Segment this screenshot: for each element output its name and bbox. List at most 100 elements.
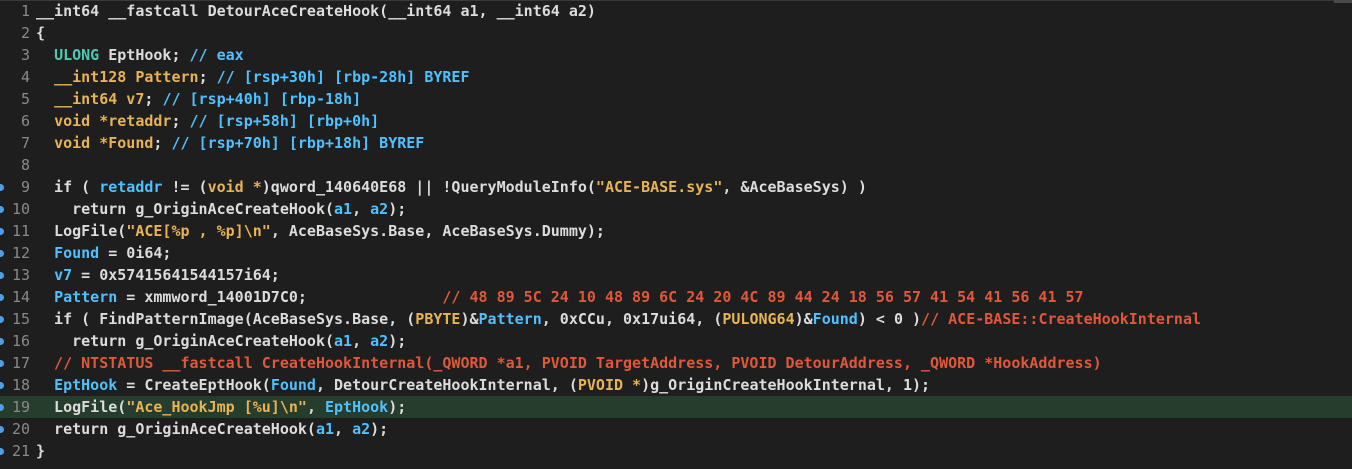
code-token[interactable]: Found xyxy=(271,376,316,394)
code-line[interactable]: 11 LogFile("ACE[%p , %p]\n", AceBaseSys.… xyxy=(0,220,1352,242)
code-line[interactable]: 17 // NTSTATUS __fastcall CreateHookInte… xyxy=(0,352,1352,374)
code-line[interactable]: 20 return g_OriginAceCreateHook(a1, a2); xyxy=(0,418,1352,440)
code-token[interactable]: , 0xCCu, 0x17ui64, ( xyxy=(542,310,723,328)
code-token[interactable]: , DetourCreateHookInternal, ( xyxy=(316,376,578,394)
code-token[interactable]: retaddr xyxy=(99,178,162,196)
code-text[interactable]: v7 = 0x57415641544157i64; xyxy=(36,264,280,286)
code-token[interactable]: ); xyxy=(388,398,406,416)
code-text[interactable]: // NTSTATUS __fastcall CreateHookInterna… xyxy=(36,352,1102,374)
code-token[interactable]: )g_OriginCreateHookInternal, 1); xyxy=(641,376,930,394)
code-line[interactable]: 8 xyxy=(0,154,1352,176)
code-token[interactable]: , xyxy=(334,420,352,438)
code-token[interactable]: ; xyxy=(144,90,162,108)
code-token[interactable]: )& xyxy=(460,310,478,328)
code-token[interactable] xyxy=(36,46,54,64)
code-line[interactable]: 7 void *Found; // [rsp+70h] [rbp+18h] BY… xyxy=(0,132,1352,154)
code-token[interactable]: a1 xyxy=(334,332,352,350)
code-token[interactable]: ; xyxy=(153,134,171,152)
code-line[interactable]: 16 return g_OriginAceCreateHook(a1, a2); xyxy=(0,330,1352,352)
code-token[interactable]: ; xyxy=(171,112,189,130)
code-token[interactable]: , &AceBaseSys) ) xyxy=(722,178,867,196)
code-token[interactable]: ); xyxy=(388,200,406,218)
code-token[interactable] xyxy=(36,266,54,284)
code-token[interactable]: __int64 v7 xyxy=(54,90,144,108)
code-token[interactable]: // ACE-BASE::CreateHookInternal xyxy=(921,310,1201,328)
code-token[interactable]: = 0i64; xyxy=(99,244,171,262)
code-text[interactable]: LogFile("Ace_HookJmp [%u]\n", EptHook); xyxy=(36,396,406,418)
code-line[interactable]: 4 __int128 Pattern; // [rsp+30h] [rbp-28… xyxy=(0,66,1352,88)
code-token[interactable] xyxy=(36,134,54,152)
code-line[interactable]: 13 v7 = 0x57415641544157i64; xyxy=(0,264,1352,286)
code-token[interactable]: = xmmword_14001D7C0; xyxy=(117,288,442,306)
code-token[interactable]: "ACE[%p , %p]\n" xyxy=(126,222,271,240)
code-token[interactable]: a2 xyxy=(370,200,388,218)
code-token[interactable] xyxy=(36,288,54,306)
code-text[interactable]: return g_OriginAceCreateHook(a1, a2); xyxy=(36,198,406,220)
code-text[interactable]: return g_OriginAceCreateHook(a1, a2); xyxy=(36,330,406,352)
code-text[interactable]: void *Found; // [rsp+70h] [rbp+18h] BYRE… xyxy=(36,132,424,154)
code-text[interactable]: if ( retaddr != (void *)qword_140640E68 … xyxy=(36,176,867,198)
code-text[interactable]: void *retaddr; // [rsp+58h] [rbp+0h] xyxy=(36,110,379,132)
code-token[interactable] xyxy=(36,112,54,130)
code-token[interactable]: ) < 0 ) xyxy=(858,310,921,328)
code-line[interactable]: 12 Found = 0i64; xyxy=(0,242,1352,264)
code-token[interactable] xyxy=(36,68,54,86)
code-line[interactable]: 14 Pattern = xmmword_14001D7C0; // 48 89… xyxy=(0,286,1352,308)
code-token[interactable]: , xyxy=(352,200,370,218)
code-token[interactable]: if ( xyxy=(36,178,99,196)
code-token[interactable]: ; xyxy=(199,68,217,86)
code-text[interactable]: { xyxy=(36,22,45,44)
code-token[interactable]: return g_OriginAceCreateHook( xyxy=(36,420,316,438)
code-token[interactable]: EptHook xyxy=(325,398,388,416)
code-token[interactable] xyxy=(36,244,54,262)
code-text[interactable]: Found = 0i64; xyxy=(36,242,171,264)
code-token[interactable]: // [rsp+58h] [rbp+0h] xyxy=(190,112,380,130)
code-token[interactable]: // 48 89 5C 24 10 48 89 6C 24 20 4C 89 4… xyxy=(442,288,1083,306)
code-token[interactable]: // eax xyxy=(190,46,244,64)
code-line[interactable]: 6 void *retaddr; // [rsp+58h] [rbp+0h] xyxy=(0,110,1352,132)
code-token[interactable] xyxy=(36,376,54,394)
code-text[interactable]: EptHook = CreateEptHook(Found, DetourCre… xyxy=(36,374,930,396)
code-token[interactable]: ); xyxy=(370,420,388,438)
code-line[interactable]: 19 LogFile("Ace_HookJmp [%u]\n", EptHook… xyxy=(0,396,1352,418)
pseudocode-view[interactable]: 1 __int64 __fastcall DetourAceCreateHook(… xyxy=(0,0,1352,469)
code-text[interactable]: return g_OriginAceCreateHook(a1, a2); xyxy=(36,418,388,440)
code-token[interactable]: ULONG xyxy=(54,46,99,64)
code-token[interactable]: void * xyxy=(208,178,262,196)
code-text[interactable]: __int128 Pattern; // [rsp+30h] [rbp-28h]… xyxy=(36,66,470,88)
code-token[interactable]: Pattern xyxy=(479,310,542,328)
code-token[interactable] xyxy=(36,90,54,108)
code-text[interactable]: ULONG EptHook; // eax xyxy=(36,44,244,66)
code-token[interactable]: // [rsp+70h] [rbp+18h] BYREF xyxy=(171,134,424,152)
code-token[interactable]: v7 xyxy=(54,266,72,284)
code-text[interactable]: __int64 v7; // [rsp+40h] [rbp-18h] xyxy=(36,88,361,110)
code-token[interactable]: EptHook; xyxy=(99,46,189,64)
code-token[interactable]: != ( xyxy=(162,178,207,196)
code-token[interactable]: = 0x57415641544157i64; xyxy=(72,266,280,284)
code-token[interactable]: = CreateEptHook( xyxy=(117,376,271,394)
code-token[interactable]: , xyxy=(307,398,325,416)
code-line[interactable]: 3 ULONG EptHook; // eax xyxy=(0,44,1352,66)
code-token[interactable]: PVOID * xyxy=(578,376,641,394)
code-line[interactable]: 10 return g_OriginAceCreateHook(a1, a2); xyxy=(0,198,1352,220)
code-token[interactable]: return g_OriginAceCreateHook( xyxy=(36,332,334,350)
code-token[interactable]: a1 xyxy=(316,420,334,438)
code-token[interactable]: // [rsp+30h] [rbp-28h] BYREF xyxy=(217,68,470,86)
code-token[interactable]: void *Found xyxy=(54,134,153,152)
code-line[interactable]: 2{ xyxy=(0,22,1352,44)
code-token[interactable]: , AceBaseSys.Base, AceBaseSys.Dummy); xyxy=(271,222,605,240)
code-token[interactable]: Found xyxy=(813,310,858,328)
code-token[interactable]: { xyxy=(36,24,45,42)
code-token[interactable]: PBYTE xyxy=(415,310,460,328)
code-text[interactable]: __int64 __fastcall DetourAceCreateHook(_… xyxy=(36,0,596,22)
code-token[interactable]: } xyxy=(36,442,45,460)
code-token[interactable]: if ( FindPatternImage(AceBaseSys.Base, ( xyxy=(36,310,415,328)
code-token[interactable]: __int64 __fastcall DetourAceCreateHook(_… xyxy=(36,2,596,20)
code-token[interactable]: "ACE-BASE.sys" xyxy=(596,178,722,196)
code-line[interactable]: 5 __int64 v7; // [rsp+40h] [rbp-18h] xyxy=(0,88,1352,110)
code-line[interactable]: 18 EptHook = CreateEptHook(Found, Detour… xyxy=(0,374,1352,396)
code-token[interactable]: // NTSTATUS __fastcall CreateHookInterna… xyxy=(36,354,1102,372)
code-token[interactable]: LogFile( xyxy=(36,222,126,240)
code-token[interactable]: Pattern xyxy=(54,288,117,306)
code-token[interactable]: Found xyxy=(54,244,99,262)
